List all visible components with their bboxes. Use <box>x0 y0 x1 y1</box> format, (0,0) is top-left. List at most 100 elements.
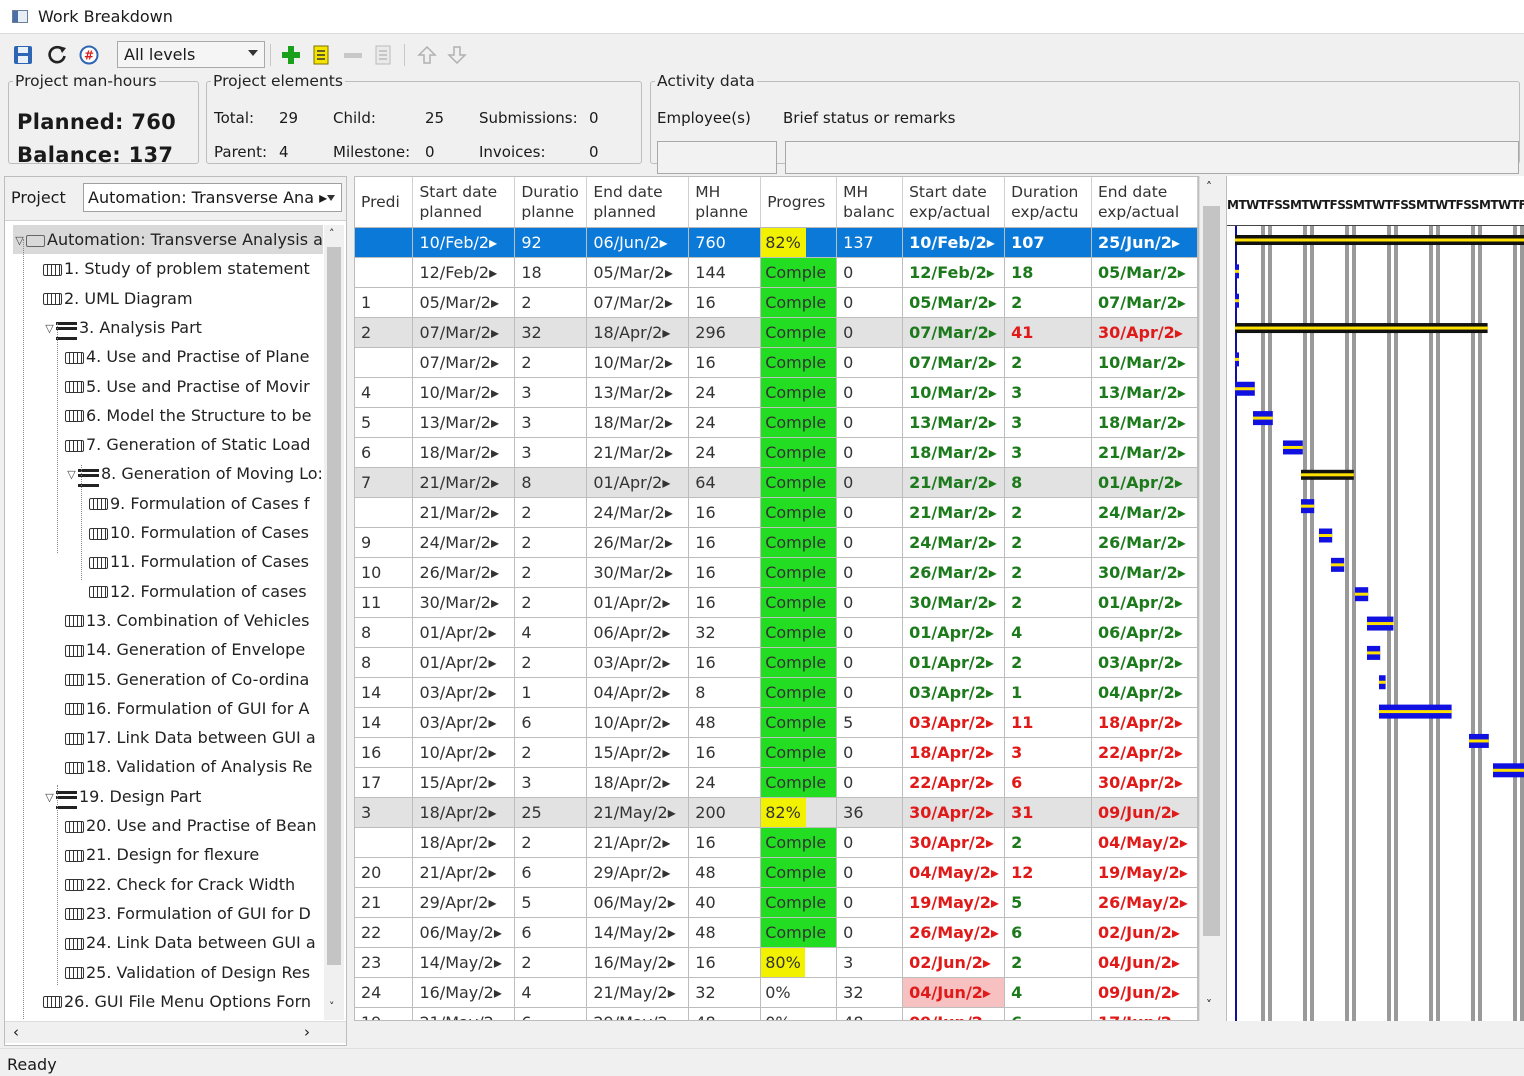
cell-mhb[interactable]: 0 <box>836 887 904 918</box>
cell-pred[interactable]: 4 <box>355 377 414 408</box>
cell-sa[interactable]: 07/Mar/2▸ <box>902 347 1006 378</box>
cell-ep[interactable]: 03/Apr/2▸ <box>586 647 690 678</box>
cell-prog[interactable]: Comple <box>760 767 838 798</box>
tree-item[interactable]: 15. Generation of Co-ordina <box>65 665 309 694</box>
cell-mhp[interactable]: 16 <box>688 737 762 768</box>
cell-sa[interactable]: 30/Apr/2▸ <box>902 827 1006 858</box>
table-row[interactable]: 17 15/Apr/2▸ 3 18/Apr/2▸ 24 Comple 0 22/Apr/2▸ 6… <box>355 767 1198 798</box>
cell-da[interactable]: 2 <box>1004 647 1092 678</box>
cell-sa[interactable]: 24/Mar/2▸ <box>902 527 1006 558</box>
cell-ea[interactable]: 17/Jun/2▸ <box>1091 1007 1198 1020</box>
table-row[interactable]: 5 13/Mar/2▸ 3 18/Mar/2▸ 24 Comple 0 13/Mar/2▸ 3 1… <box>355 407 1198 438</box>
cell-ea[interactable]: 01/Apr/2▸ <box>1091 587 1198 618</box>
cell-sp[interactable]: 10/Feb/2▸ <box>412 227 516 258</box>
tree-scroll-thumb[interactable] <box>327 247 341 965</box>
cell-sa[interactable]: 21/Mar/2▸ <box>902 497 1006 528</box>
cell-pred[interactable] <box>355 227 414 258</box>
cell-sp[interactable]: 13/Mar/2▸ <box>412 407 516 438</box>
table-row[interactable]: 8 01/Apr/2▸ 4 06/Apr/2▸ 32 Comple 0 01/Apr/2▸ 4 0… <box>355 617 1198 648</box>
tree-item[interactable]: 22. Check for Crack Width <box>65 870 295 899</box>
cell-mhb[interactable]: 0 <box>836 407 904 438</box>
collapse-toggle-icon[interactable]: ▽ <box>43 314 56 343</box>
cell-dp[interactable]: 2 <box>514 827 588 858</box>
employees-field[interactable] <box>657 141 777 174</box>
cell-mhb[interactable]: 0 <box>836 857 904 888</box>
cell-sp[interactable]: 18/Apr/2▸ <box>412 797 516 828</box>
cell-ea[interactable]: 04/Jun/2▸ <box>1091 947 1198 978</box>
tree-item[interactable]: 23. Formulation of GUI for D <box>65 899 311 928</box>
cell-ea[interactable]: 09/Jun/2▸ <box>1091 977 1198 1008</box>
cell-dp[interactable]: 3 <box>514 767 588 798</box>
cell-ep[interactable]: 06/Jun/2▸ <box>586 227 690 258</box>
cell-dp[interactable]: 25 <box>514 797 588 828</box>
add-child-icon[interactable] <box>308 42 334 68</box>
cell-ep[interactable]: 10/Mar/2▸ <box>586 347 690 378</box>
cell-sp[interactable]: 07/Mar/2▸ <box>412 317 516 348</box>
cell-ea[interactable]: 21/Mar/2▸ <box>1091 437 1198 468</box>
cell-mhb[interactable]: 0 <box>836 437 904 468</box>
cell-mhb[interactable]: 0 <box>836 347 904 378</box>
cell-sa[interactable]: 03/Apr/2▸ <box>902 677 1006 708</box>
cell-dp[interactable]: 4 <box>514 617 588 648</box>
cell-mhp[interactable]: 64 <box>688 467 762 498</box>
cell-ea[interactable]: 10/Mar/2▸ <box>1091 347 1198 378</box>
tree-item[interactable]: 12. Formulation of cases <box>89 577 307 606</box>
cell-prog[interactable]: Comple <box>760 617 838 648</box>
cell-dp[interactable]: 92 <box>514 227 588 258</box>
recalculate-icon[interactable]: # <box>76 42 102 68</box>
cell-sp[interactable]: 21/Mar/2▸ <box>412 467 516 498</box>
cell-dp[interactable]: 6 <box>514 917 588 948</box>
cell-prog[interactable]: 0% <box>760 1007 838 1020</box>
tree-item[interactable]: 4. Use and Practise of Plane <box>65 342 309 371</box>
cell-sa[interactable]: 13/Mar/2▸ <box>902 407 1006 438</box>
cell-mhb[interactable]: 0 <box>836 677 904 708</box>
cell-mhb[interactable]: 36 <box>836 797 904 828</box>
grid-scroll-thumb[interactable] <box>1203 206 1220 936</box>
cell-sa[interactable]: 01/Apr/2▸ <box>902 647 1006 678</box>
table-row[interactable]: 16 10/Apr/2▸ 2 15/Apr/2▸ 16 Comple 0 18/Apr/2▸ 3… <box>355 737 1198 768</box>
cell-ea[interactable]: 18/Apr/2▸ <box>1091 707 1198 738</box>
tree-item[interactable]: 18. Validation of Analysis Re <box>65 752 312 781</box>
cell-ea[interactable]: 30/Mar/2▸ <box>1091 557 1198 588</box>
tree-item[interactable]: 25. Validation of Design Res <box>65 958 310 987</box>
cell-ep[interactable]: 24/Mar/2▸ <box>586 497 690 528</box>
cell-ep[interactable]: 01/Apr/2▸ <box>586 467 690 498</box>
cell-dp[interactable]: 8 <box>514 467 588 498</box>
cell-pred[interactable]: 8 <box>355 647 414 678</box>
cell-da[interactable]: 18 <box>1004 257 1092 288</box>
cell-pred[interactable]: 20 <box>355 857 414 888</box>
cell-pred[interactable]: 17 <box>355 767 414 798</box>
move-down-icon[interactable] <box>444 42 470 68</box>
cell-sp[interactable]: 21/May/2▸ <box>412 1007 516 1020</box>
table-row[interactable]: 18/Apr/2▸ 2 21/Apr/2▸ 16 Comple 0 30/Apr/2▸ 2 04… <box>355 827 1198 858</box>
tree-item[interactable]: 13. Combination of Vehicles <box>65 606 309 635</box>
tree-item[interactable]: 20. Use and Practise of Bean <box>65 811 317 840</box>
cell-da[interactable]: 2 <box>1004 827 1092 858</box>
cell-pred[interactable]: 14 <box>355 707 414 738</box>
cell-dp[interactable]: 3 <box>514 407 588 438</box>
cell-pred[interactable]: 5 <box>355 407 414 438</box>
cell-dp[interactable]: 6 <box>514 857 588 888</box>
levels-dropdown[interactable]: All levels <box>117 41 265 68</box>
column-header-prog[interactable]: Progres <box>760 177 838 228</box>
table-row[interactable]: 10 26/Mar/2▸ 2 30/Mar/2▸ 16 Comple 0 26/Mar/2▸ 2… <box>355 557 1198 588</box>
cell-ea[interactable]: 25/Jun/2▸ <box>1091 227 1198 258</box>
column-header-mhb[interactable]: MH balanc <box>836 177 904 228</box>
tree-item[interactable]: 11. Formulation of Cases <box>89 547 309 576</box>
cell-mhp[interactable]: 760 <box>688 227 762 258</box>
tree-item[interactable]: 2. UML Diagram <box>43 284 193 313</box>
table-row[interactable]: 24 16/May/2▸ 4 21/May/2▸ 32 0% 32 04/Jun/2▸ 4 09/… <box>355 977 1198 1008</box>
table-row[interactable]: 22 06/May/2▸ 6 14/May/2▸ 48 Comple 0 26/May/2▸ 6… <box>355 917 1198 948</box>
cell-sa[interactable]: 18/Mar/2▸ <box>902 437 1006 468</box>
remarks-field[interactable] <box>785 141 1519 174</box>
cell-ea[interactable]: 30/Apr/2▸ <box>1091 767 1198 798</box>
cell-prog[interactable]: 80% <box>760 947 838 978</box>
cell-prog[interactable]: Comple <box>760 587 838 618</box>
cell-prog[interactable]: Comple <box>760 377 838 408</box>
cell-mhp[interactable]: 24 <box>688 437 762 468</box>
cell-ea[interactable]: 03/Apr/2▸ <box>1091 647 1198 678</box>
cell-da[interactable]: 11 <box>1004 707 1092 738</box>
cell-sp[interactable]: 01/Apr/2▸ <box>412 617 516 648</box>
cell-sp[interactable]: 05/Mar/2▸ <box>412 287 516 318</box>
cell-da[interactable]: 2 <box>1004 557 1092 588</box>
